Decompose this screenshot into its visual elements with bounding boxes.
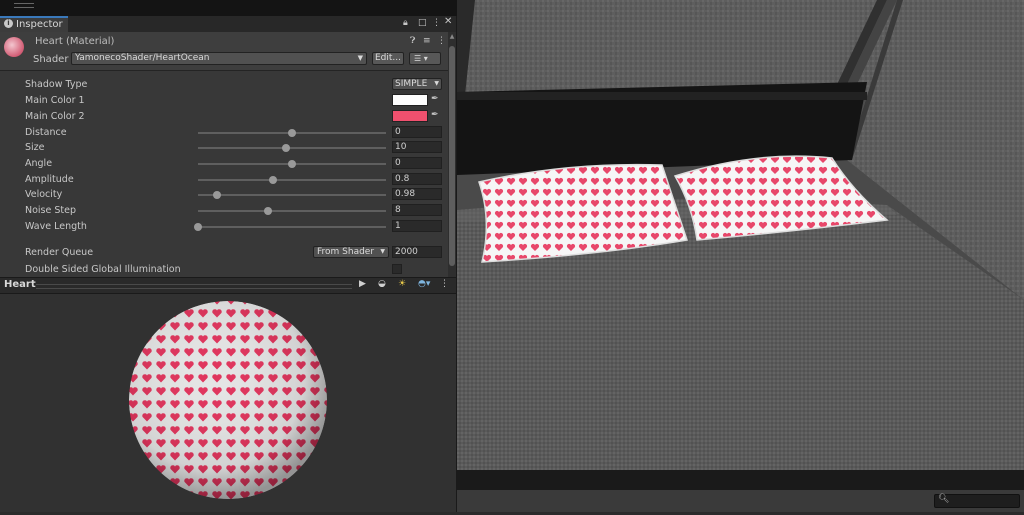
prop-label: Wave Length xyxy=(25,221,87,232)
prop-label: Distance xyxy=(25,127,67,138)
prop-render-queue: Render Queue From Shader ▼ 2000 xyxy=(0,245,448,260)
prop-label: Velocity xyxy=(25,189,63,200)
lock-icon[interactable]: 🔒︎ xyxy=(403,18,408,28)
chevron-down-icon: ▼ xyxy=(357,54,363,62)
settings-sliders-icon[interactable]: ≡ xyxy=(423,36,431,46)
slider-knob[interactable] xyxy=(282,144,291,152)
render-queue-dropdown[interactable]: From Shader ▼ xyxy=(313,246,389,258)
inspector-panel: i Inspector 🔒︎ □ ⋮ ✕ Heart (Material) ❓︎… xyxy=(0,16,457,512)
prop-label: Size xyxy=(25,142,45,153)
prop-double-sided-gi: Double Sided Global Illumination xyxy=(0,262,448,277)
prop-shadow-type: Shadow Type SIMPLE ▼ xyxy=(0,77,448,92)
prop-label: Main Color 2 xyxy=(25,111,85,122)
slider-knob[interactable] xyxy=(288,160,296,168)
scene-search-field[interactable]: 🔍︎ xyxy=(934,494,1020,508)
select-value: SIMPLE xyxy=(395,79,428,89)
slider-knob[interactable] xyxy=(263,207,272,215)
prop-size: Size 10 xyxy=(0,140,448,155)
prop-label: Render Queue xyxy=(25,247,94,258)
noise-step-slider[interactable] xyxy=(198,207,386,215)
inspector-scrollbar[interactable]: ▲ ▼ xyxy=(448,32,456,290)
drag-grip[interactable] xyxy=(14,3,34,8)
info-icon: i xyxy=(4,19,13,28)
size-field[interactable]: 10 xyxy=(392,141,442,153)
more-icon[interactable]: ⋮ xyxy=(432,18,441,28)
shader-options-button[interactable]: ☰ ▾ xyxy=(409,52,441,65)
light-icon[interactable]: ☀ xyxy=(398,279,406,291)
sphere-color-icon[interactable]: ◓▾ xyxy=(418,279,430,291)
inspector-tab-bar: i Inspector 🔒︎ □ ⋮ ✕ xyxy=(0,16,456,32)
tab-inspector-label: Inspector xyxy=(16,19,63,30)
prop-main-color-2: Main Color 2 ✒︎ xyxy=(0,109,448,124)
toolbar-strip xyxy=(0,0,457,16)
angle-slider[interactable] xyxy=(198,160,386,168)
chevron-down-icon: ▼ xyxy=(380,248,385,255)
color-swatch-1[interactable] xyxy=(392,94,428,106)
search-icon: 🔍︎ xyxy=(938,494,950,504)
slider-knob[interactable] xyxy=(194,223,202,231)
help-icon[interactable]: ❓︎ xyxy=(410,36,415,46)
dropdown-value: From Shader xyxy=(317,247,375,257)
preview-header: Heart ▶ ◒ ☀ ◓▾ ⋮ xyxy=(0,277,456,294)
shadow-type-select[interactable]: SIMPLE ▼ xyxy=(392,78,442,90)
amplitude-slider[interactable] xyxy=(198,176,386,184)
slider-knob[interactable] xyxy=(269,176,278,184)
prop-label: Main Color 1 xyxy=(25,95,85,106)
eyedropper-icon[interactable]: ✒︎ xyxy=(431,110,439,120)
amplitude-field[interactable]: 0.8 xyxy=(392,173,442,185)
double-sided-gi-checkbox[interactable] xyxy=(392,264,402,274)
scene-render xyxy=(457,0,1024,512)
chevron-down-icon: ▼ xyxy=(434,80,439,87)
play-icon[interactable]: ▶ xyxy=(359,279,366,291)
prop-main-color-1: Main Color 1 ✒︎ xyxy=(0,93,448,108)
preview-sphere xyxy=(129,301,327,499)
slider-knob[interactable] xyxy=(212,191,221,199)
edit-shader-button[interactable]: Edit... xyxy=(372,52,404,65)
scene-view[interactable]: 🔍︎ xyxy=(457,0,1024,512)
prop-label: Amplitude xyxy=(25,174,74,185)
velocity-field[interactable]: 0.98 xyxy=(392,188,442,200)
prop-velocity: Velocity 0.98 xyxy=(0,187,448,202)
distance-field[interactable]: 0 xyxy=(392,126,442,138)
prop-wave-length: Wave Length 1 xyxy=(0,219,448,234)
prop-label: Noise Step xyxy=(25,205,77,216)
wave-length-slider[interactable] xyxy=(194,223,386,231)
prop-label: Shadow Type xyxy=(25,79,88,90)
prop-label: Double Sided Global Illumination xyxy=(25,264,181,275)
shader-dropdown-value: YamonecoShader/HeartOcean xyxy=(75,53,210,63)
noise-step-field[interactable]: 8 xyxy=(392,204,442,216)
maximize-icon[interactable]: □ xyxy=(418,18,427,28)
material-preview-icon xyxy=(4,37,24,57)
material-preview[interactable] xyxy=(0,294,456,512)
prop-amplitude: Amplitude 0.8 xyxy=(0,172,448,187)
prop-noise-step: Noise Step 8 xyxy=(0,203,448,218)
preview-title: Heart xyxy=(4,279,36,290)
color-swatch-2[interactable] xyxy=(392,110,428,122)
material-title: Heart (Material) xyxy=(35,36,115,47)
render-queue-field[interactable]: 2000 xyxy=(392,246,442,258)
close-icon[interactable]: ✕ xyxy=(444,16,452,27)
prop-distance: Distance 0 xyxy=(0,125,448,140)
prop-label: Angle xyxy=(25,158,53,169)
kebab-icon[interactable]: ⋮ xyxy=(437,36,446,46)
wave-length-field[interactable]: 1 xyxy=(392,220,442,232)
tab-inspector[interactable]: i Inspector xyxy=(0,16,68,32)
scroll-up-icon[interactable]: ▲ xyxy=(448,33,456,40)
material-header: Heart (Material) ❓︎ ≡ ⋮ Shader YamonecoS… xyxy=(0,32,448,71)
angle-field[interactable]: 0 xyxy=(392,157,442,169)
shader-label: Shader xyxy=(33,54,69,65)
size-slider[interactable] xyxy=(198,144,386,152)
preview-resize-grip[interactable] xyxy=(36,284,352,289)
kebab-icon[interactable]: ⋮ xyxy=(440,279,449,291)
distance-slider[interactable] xyxy=(198,129,386,137)
prop-angle: Angle 0 xyxy=(0,156,448,171)
shader-dropdown[interactable]: YamonecoShader/HeartOcean ▼ xyxy=(71,52,367,65)
velocity-slider[interactable] xyxy=(198,191,386,199)
eyedropper-icon[interactable]: ✒︎ xyxy=(431,94,439,104)
sphere-icon[interactable]: ◒ xyxy=(378,279,386,291)
scroll-thumb[interactable] xyxy=(449,46,455,266)
slider-knob[interactable] xyxy=(288,129,296,137)
